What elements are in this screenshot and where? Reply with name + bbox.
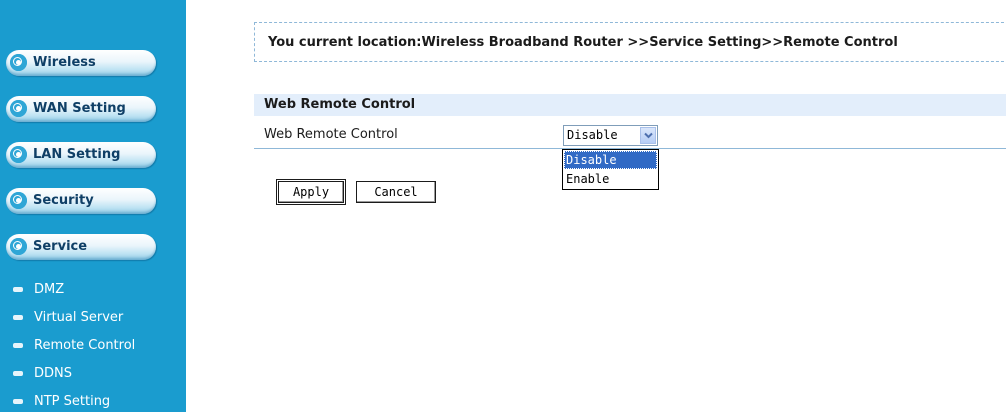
nav-security-button[interactable]: Security — [6, 188, 156, 214]
web-remote-control-label: Web Remote Control — [264, 127, 398, 142]
circle-bullet-icon — [10, 146, 27, 163]
nav-service-label: Service — [33, 239, 88, 254]
nav-wireless-label: Wireless — [33, 55, 96, 70]
dash-bullet-icon — [13, 371, 23, 376]
submenu-item-label: DMZ — [34, 282, 65, 297]
nav-wan-setting-label: WAN Setting — [33, 101, 126, 116]
submenu-item-label: DDNS — [34, 366, 72, 381]
circle-bullet-icon — [10, 192, 27, 209]
circle-bullet-icon — [10, 238, 27, 255]
nav-lan-setting-button[interactable]: LAN Setting — [6, 142, 156, 168]
submenu-item-label: Virtual Server — [34, 310, 124, 325]
option-disable[interactable]: Disable — [564, 151, 657, 169]
nav-lan-setting-label: LAN Setting — [33, 147, 121, 162]
circle-bullet-icon — [10, 100, 27, 117]
nav-wireless-button[interactable]: Wireless — [6, 50, 156, 76]
section-header: Web Remote Control — [254, 94, 1006, 116]
dash-bullet-icon — [13, 315, 23, 320]
cancel-button[interactable]: Cancel — [356, 181, 436, 203]
section-title: Web Remote Control — [264, 97, 416, 112]
circle-bullet-icon — [10, 54, 27, 71]
dash-bullet-icon — [13, 343, 23, 348]
nav-security-label: Security — [33, 193, 94, 208]
nav-wan-setting-button[interactable]: WAN Setting — [6, 96, 156, 122]
submenu-item-label: NTP Setting — [34, 394, 111, 409]
dropdown-list: Disable Enable — [562, 149, 659, 190]
apply-button[interactable]: Apply — [278, 181, 344, 203]
submenu-item-label: Remote Control — [34, 338, 136, 353]
sidebar: Wireless WAN Setting LAN Setting Securit… — [0, 0, 186, 412]
dash-bullet-icon — [13, 287, 23, 292]
dash-bullet-icon — [13, 399, 23, 404]
nav-service-button[interactable]: Service — [6, 234, 156, 260]
select-value: Disable — [567, 128, 618, 142]
location-bar: You current location:Wireless Broadband … — [254, 22, 1006, 62]
web-remote-control-select[interactable]: Disable — [563, 125, 658, 146]
breadcrumb: You current location:Wireless Broadband … — [268, 35, 898, 50]
chevron-down-icon[interactable] — [640, 127, 656, 144]
option-enable[interactable]: Enable — [564, 170, 657, 188]
